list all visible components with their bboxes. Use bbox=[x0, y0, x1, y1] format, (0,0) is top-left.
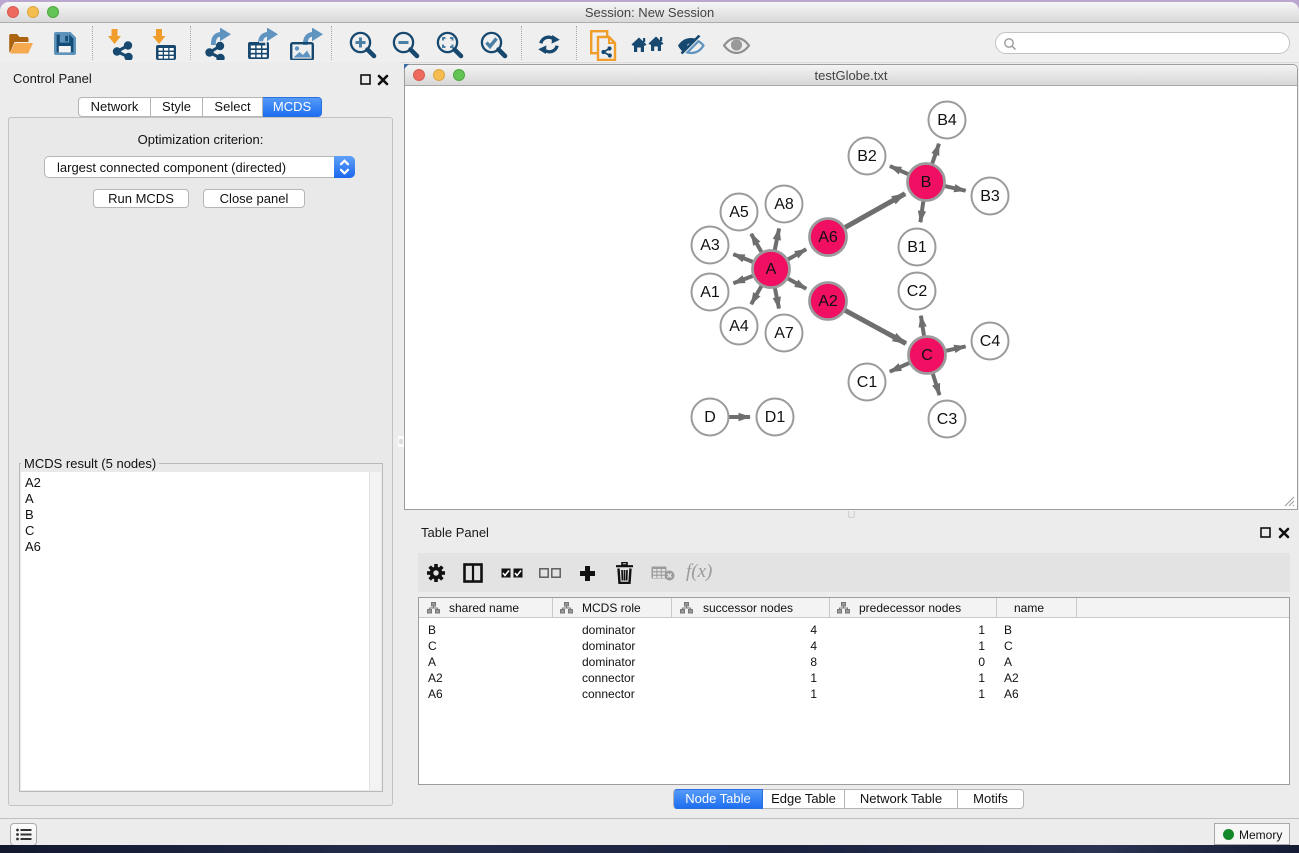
svg-text:A7: A7 bbox=[774, 325, 794, 342]
svg-text:A1: A1 bbox=[700, 284, 720, 301]
svg-text:A2: A2 bbox=[818, 293, 838, 310]
svg-text:B4: B4 bbox=[937, 112, 957, 129]
svg-text:A: A bbox=[766, 261, 777, 278]
svg-text:B: B bbox=[921, 174, 932, 191]
svg-text:B3: B3 bbox=[980, 188, 1000, 205]
svg-text:A3: A3 bbox=[700, 237, 720, 254]
svg-text:D: D bbox=[704, 409, 716, 426]
svg-text:B1: B1 bbox=[907, 239, 927, 256]
svg-text:A8: A8 bbox=[774, 196, 794, 213]
svg-text:A5: A5 bbox=[729, 204, 749, 221]
svg-text:C1: C1 bbox=[857, 374, 878, 391]
svg-text:C2: C2 bbox=[907, 283, 928, 300]
svg-text:B2: B2 bbox=[857, 148, 877, 165]
svg-text:C: C bbox=[921, 347, 933, 364]
svg-text:C4: C4 bbox=[980, 333, 1001, 350]
svg-text:A6: A6 bbox=[818, 229, 838, 246]
svg-text:D1: D1 bbox=[765, 409, 786, 426]
svg-text:C3: C3 bbox=[937, 411, 958, 428]
svg-text:A4: A4 bbox=[729, 318, 749, 335]
